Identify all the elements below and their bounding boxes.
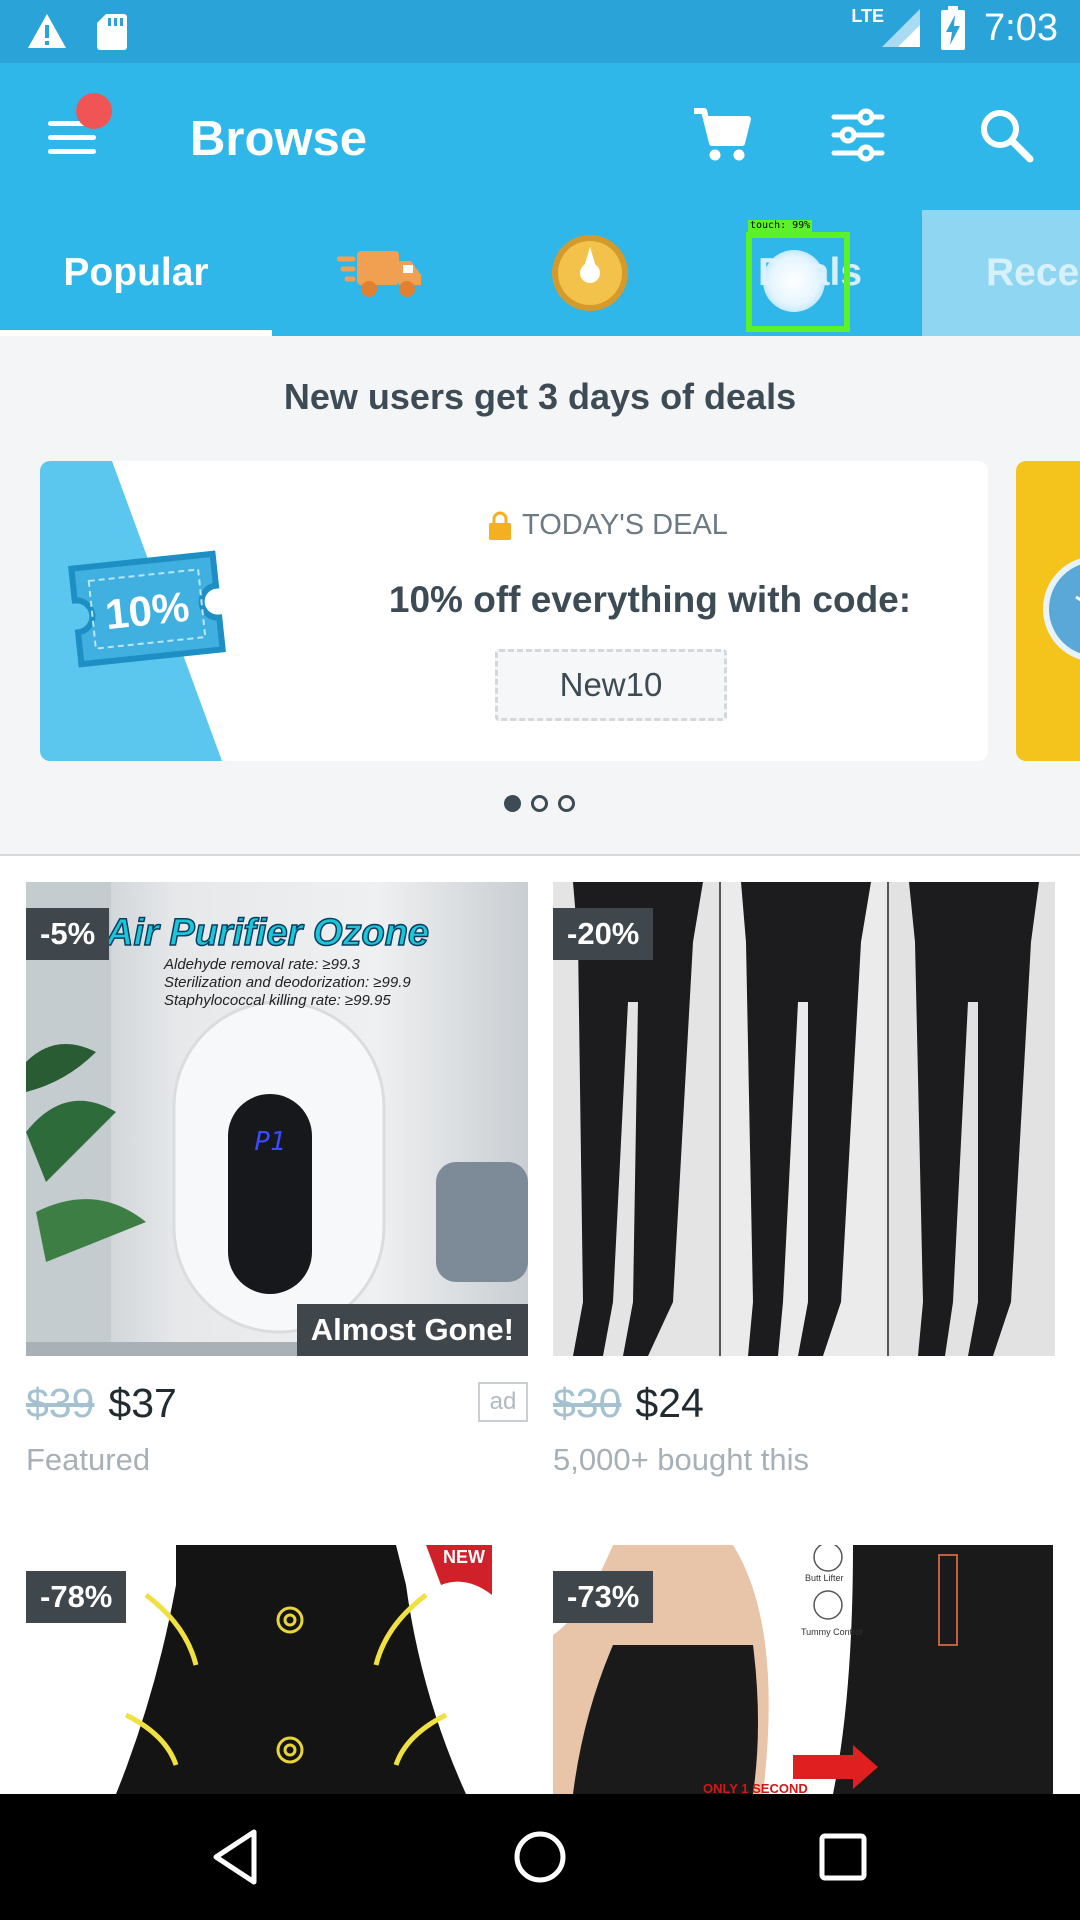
purifier-screen-text: P1 — [254, 1127, 285, 1157]
section-divider — [0, 854, 1080, 856]
almost-gone-tag: Almost Gone! — [296, 1304, 528, 1356]
price-row: $30 $24 — [553, 1380, 704, 1427]
product-subtitle: Featured — [26, 1442, 151, 1477]
filter-icon[interactable] — [826, 103, 890, 167]
network-type: LTE — [851, 5, 885, 26]
spec-line: Sterilization and deodorization: ≥99.9 — [164, 974, 411, 991]
carousel-dot[interactable] — [531, 795, 548, 812]
home-icon[interactable] — [505, 1822, 575, 1892]
tab-shipping[interactable] — [300, 210, 460, 336]
app-bar: Browse — [0, 63, 1080, 210]
spec-line: Aldehyde removal rate: ≥99.3 — [164, 956, 360, 973]
carousel-dot[interactable] — [504, 795, 521, 812]
clock-icon — [1043, 558, 1080, 660]
category-tabs: Popular Deals Rece — [0, 210, 1080, 336]
page-title: Browse — [190, 112, 368, 166]
wheel-icon — [552, 235, 628, 311]
tab-recent-label: Rece — [986, 251, 1080, 294]
next-deal-card[interactable] — [1016, 461, 1080, 761]
system-nav-bar — [0, 1794, 1080, 1920]
deal-card[interactable]: 10% TODAY'S DEAL 10% off everything with… — [40, 461, 988, 761]
ad-label: ad — [478, 1382, 528, 1422]
touch-confidence-label: touch: 99% — [748, 220, 813, 232]
spec-line: Staphylococcal killing rate: ≥99.95 — [164, 992, 391, 1009]
promo-section: New users get 3 days of deals 10% TODAY'… — [0, 336, 1080, 854]
coupon-ticket-icon: 10% — [68, 550, 226, 668]
deal-headline: 10% off everything with code: — [388, 579, 912, 620]
clock: 7:03 — [984, 6, 1058, 49]
menu-button[interactable] — [44, 93, 112, 165]
promo-code[interactable]: New10 — [495, 649, 727, 721]
carousel-dots — [504, 795, 575, 812]
promo-heading: New users get 3 days of deals — [283, 376, 797, 417]
carousel-dot[interactable] — [558, 795, 575, 812]
tab-recent[interactable]: Rece — [922, 210, 1080, 336]
battery-charging-icon — [941, 6, 966, 50]
product-image[interactable]: Butt Lifter Tummy Control ONLY 1 SECOND … — [553, 1545, 1055, 1794]
sd-card-icon — [97, 14, 127, 50]
discount-badge: -20% — [553, 908, 654, 960]
discount-badge: -5% — [26, 908, 110, 960]
recents-icon[interactable] — [808, 1822, 878, 1892]
feature-label: Tummy Control — [801, 1627, 863, 1637]
sale-price: $37 — [108, 1380, 177, 1426]
product-image[interactable]: P1 Air Purifier Ozone Aldehyde removal r… — [26, 882, 528, 1356]
coupon-text: 10% — [103, 583, 192, 639]
cart-icon[interactable] — [690, 103, 754, 167]
discount-badge: -73% — [553, 1571, 654, 1623]
feature-label: Butt Lifter — [805, 1573, 844, 1583]
deal-kicker-label: TODAY'S DEAL — [522, 509, 728, 541]
back-icon[interactable] — [202, 1822, 272, 1892]
promo-strip: ONLY 1 SECOND — [703, 1781, 808, 1794]
product-subtitle: 5,000+ bought this — [553, 1442, 809, 1477]
tab-popular-label: Popular — [63, 251, 209, 294]
signal-icon — [882, 9, 921, 47]
product-image-title: Air Purifier Ozone — [105, 911, 430, 955]
truck-icon — [337, 251, 421, 297]
touch-highlight-box — [746, 232, 850, 332]
search-icon[interactable] — [974, 103, 1038, 167]
original-price: $30 — [553, 1380, 622, 1426]
notification-dot — [76, 93, 112, 129]
tab-popular[interactable]: Popular — [0, 210, 272, 336]
lock-icon — [489, 511, 511, 540]
price-row: $39 $37 — [26, 1380, 177, 1427]
product-image[interactable]: -20% — [553, 882, 1055, 1356]
product-image-specs: Aldehyde removal rate: ≥99.3 Sterilizati… — [164, 956, 411, 1010]
tab-wheel[interactable] — [510, 210, 670, 336]
original-price: $39 — [26, 1380, 95, 1426]
new-corner-label: NEW — [443, 1547, 485, 1567]
warning-icon — [28, 14, 66, 48]
product-image[interactable]: NEW -78% — [26, 1545, 528, 1794]
deal-kicker: TODAY'S DEAL — [488, 509, 728, 542]
discount-badge: -78% — [26, 1571, 127, 1623]
sale-price: $24 — [635, 1380, 704, 1426]
status-bar: LTE 7:03 — [0, 0, 1080, 63]
